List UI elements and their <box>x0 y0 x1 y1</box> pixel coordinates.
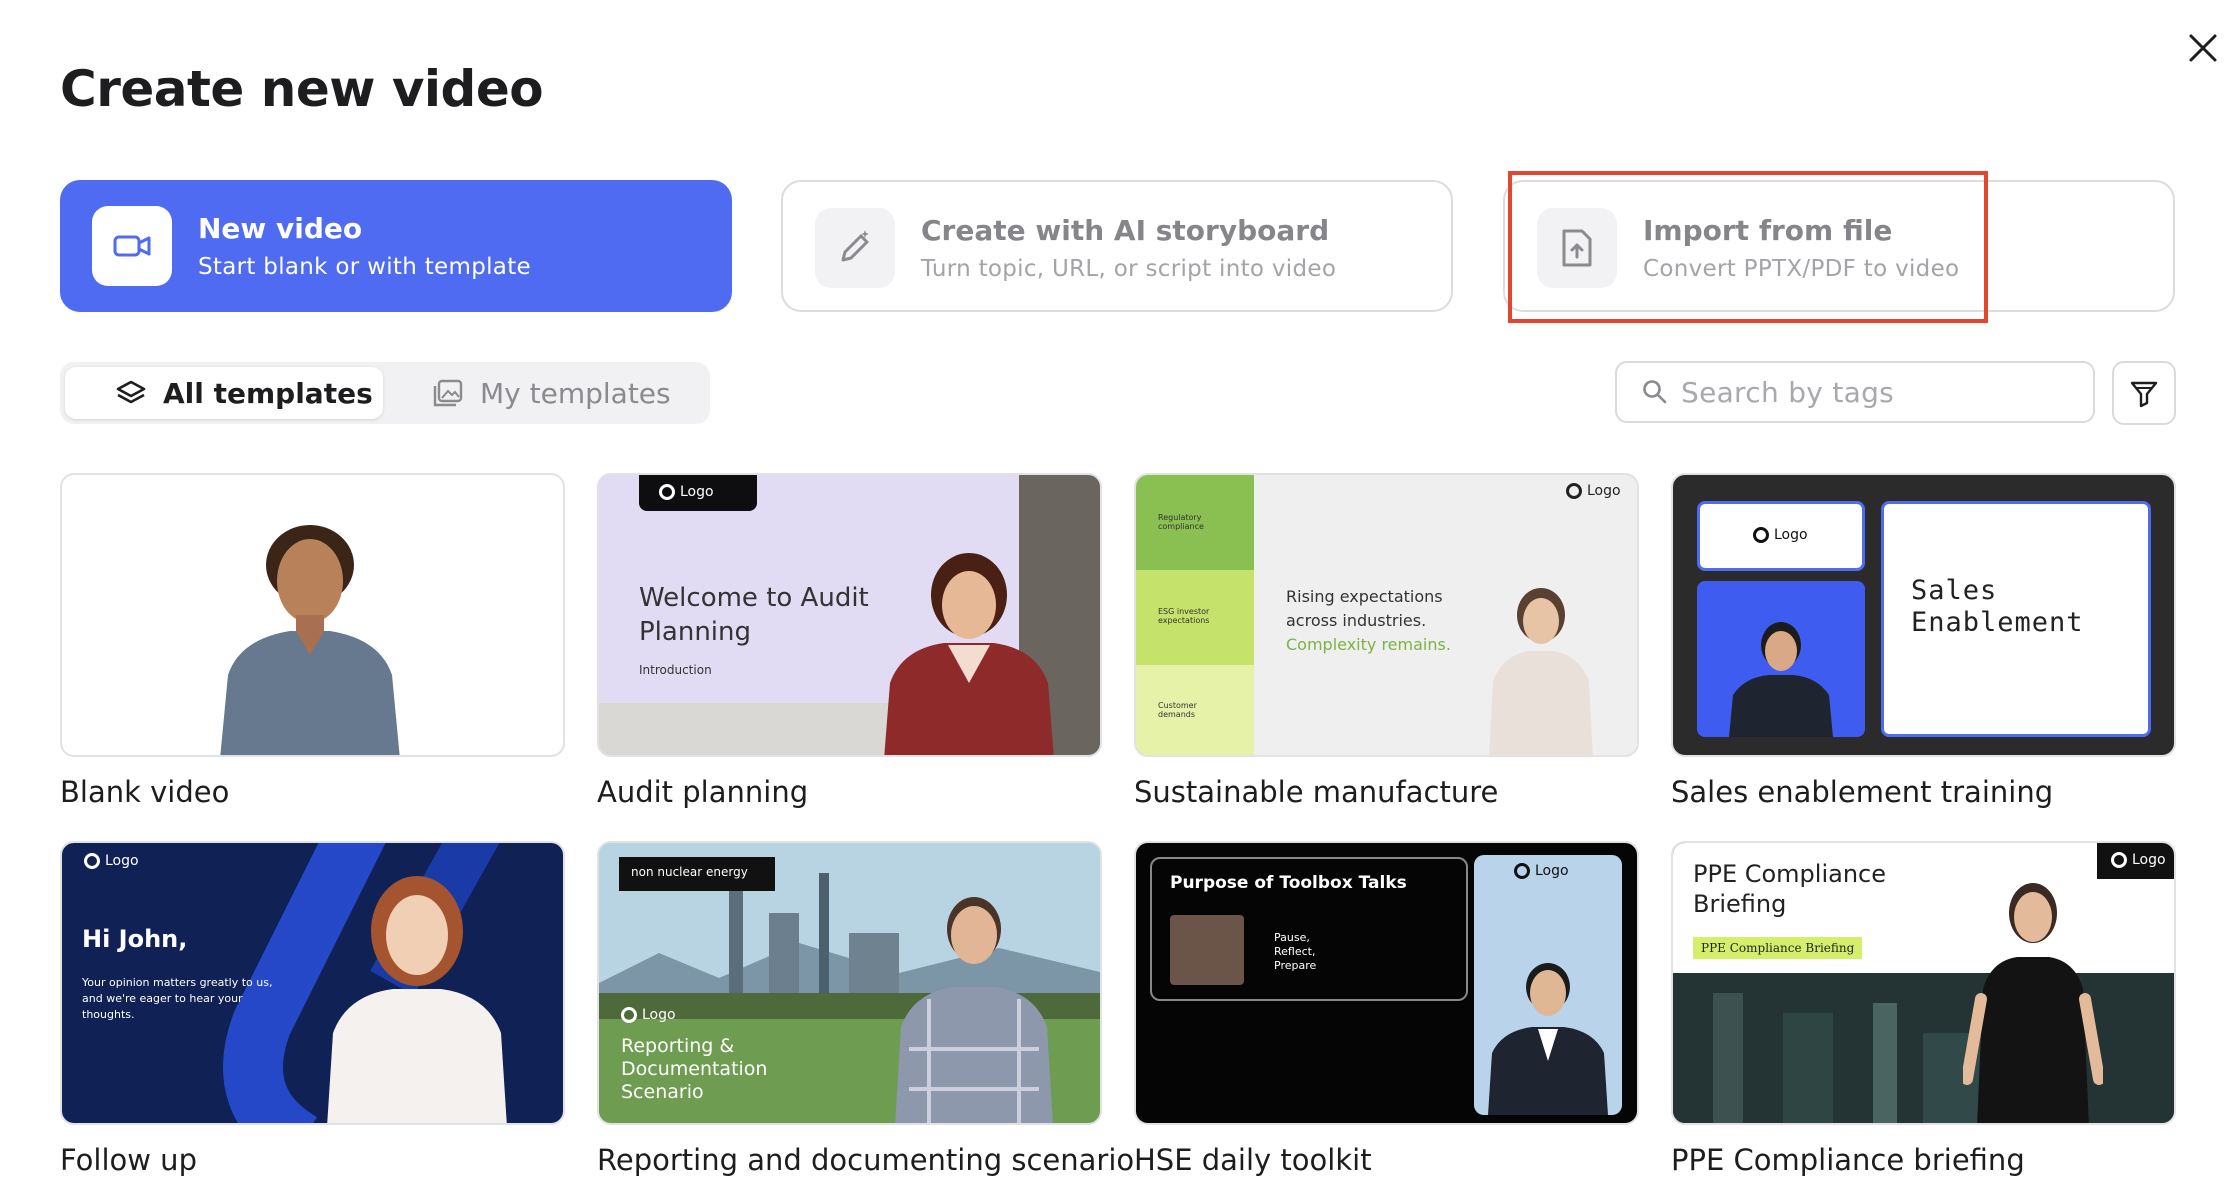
close-icon <box>2189 34 2217 62</box>
logo: Logo <box>2111 852 2166 868</box>
template-tabs: All templates My templates <box>60 362 710 424</box>
slide-body: Your opinion matters greatly to us, and … <box>82 976 273 1021</box>
slide-photo <box>1170 915 1244 985</box>
slide-tag: non nuclear energy <box>631 865 748 879</box>
slide-text: Rising expectations across industries. <box>1286 587 1443 630</box>
slide-heading: Hi John, <box>82 925 188 953</box>
presenter-image <box>220 525 400 755</box>
template-thumbnail <box>60 473 565 757</box>
template-label: Blank video <box>60 775 230 809</box>
filter-button[interactable] <box>2112 361 2176 425</box>
logo: Logo <box>659 484 714 500</box>
option-title: Create with AI storyboard <box>921 214 1330 247</box>
tab-my-templates[interactable]: My templates <box>432 367 671 419</box>
template-thumbnail: non nuclear energy Logo Reporting & Docu… <box>597 841 1102 1125</box>
tab-all-templates[interactable]: All templates <box>65 367 383 419</box>
logo: Logo <box>1753 527 1808 543</box>
template-card-audit-planning[interactable]: Logo Welcome to Audit Planning Introduct… <box>597 473 1102 809</box>
video-camera-icon <box>92 206 172 286</box>
presenter-image <box>884 553 1054 755</box>
template-card-sales-enablement-training[interactable]: Logo Sales Enablement Sales enablement t… <box>1671 473 2176 809</box>
logo: Logo <box>84 853 139 869</box>
template-card-ppe-compliance-briefing[interactable]: Logo PPE Compliance Briefing PPE Complia… <box>1671 841 2176 1177</box>
filter-icon <box>2130 381 2158 408</box>
presenter-image <box>1963 883 2103 1123</box>
template-card-blank-video[interactable]: Blank video <box>60 473 565 809</box>
option-subtitle: Turn topic, URL, or script into video <box>921 256 1337 282</box>
template-label: HSE daily toolkit <box>1134 1143 1372 1177</box>
option-subtitle: Start blank or with template <box>198 254 531 280</box>
presenter-image <box>895 897 1053 1123</box>
template-card-reporting-documenting[interactable]: non nuclear energy Logo Reporting & Docu… <box>597 841 1135 1177</box>
template-label: Audit planning <box>597 775 809 809</box>
template-label: PPE Compliance briefing <box>1671 1143 2025 1177</box>
layers-icon <box>115 379 147 407</box>
template-thumbnail: Logo Hi John, Your opinion matters great… <box>60 841 565 1125</box>
logo: Logo <box>1566 483 1621 499</box>
slide-heading: Welcome to Audit Planning <box>639 583 869 647</box>
template-thumbnail: Regulatory compliance ESG investor expec… <box>1134 473 1639 757</box>
slide-tag: PPE Compliance Briefing <box>1693 937 1863 959</box>
ai-storyboard-option[interactable]: Create with AI storyboard Turn topic, UR… <box>781 180 1453 312</box>
slide-subheading: Introduction <box>639 663 712 677</box>
template-thumbnail: Purpose of Toolbox Talks Pause, Reflect,… <box>1134 841 1639 1125</box>
presenter-image <box>1729 622 1833 737</box>
template-label: Sales enablement training <box>1671 775 2054 809</box>
presenter-image <box>327 876 507 1123</box>
image-gallery-icon <box>432 378 464 408</box>
slide-heading: Purpose of Toolbox Talks <box>1170 873 1407 893</box>
template-label: Sustainable manufacture <box>1134 775 1499 809</box>
presenter-image <box>1488 963 1608 1115</box>
logo: Logo <box>621 1007 676 1023</box>
search-input[interactable] <box>1679 374 2083 410</box>
option-title: New video <box>198 212 363 245</box>
slide-heading: Sales Enablement <box>1911 575 2084 638</box>
search-box <box>1615 361 2095 423</box>
template-thumbnail: Logo Welcome to Audit Planning Introduct… <box>597 473 1102 757</box>
highlight-annotation-box <box>1508 171 1988 323</box>
new-video-option[interactable]: New video Start blank or with template <box>60 180 732 312</box>
presenter-image <box>1489 588 1593 755</box>
template-card-hse-daily-toolkit[interactable]: Purpose of Toolbox Talks Pause, Reflect,… <box>1134 841 1639 1177</box>
template-label: Reporting and documenting scenario <box>597 1143 1135 1177</box>
slide-highlight: Complexity remains. <box>1286 635 1451 654</box>
template-label: Follow up <box>60 1143 197 1177</box>
slide-heading: PPE Compliance Briefing <box>1693 860 1887 918</box>
slide-heading: Reporting & Documentation Scenario <box>621 1035 768 1103</box>
sparkle-pen-icon <box>815 208 895 288</box>
side-label: Customer demands <box>1158 701 1197 719</box>
close-button[interactable] <box>2183 28 2223 68</box>
template-thumbnail: Logo Sales Enablement <box>1671 473 2176 757</box>
tab-label: My templates <box>480 376 671 410</box>
template-card-sustainable-manufacture[interactable]: Regulatory compliance ESG investor expec… <box>1134 473 1639 809</box>
search-icon <box>1641 378 1669 406</box>
side-label: Regulatory compliance <box>1158 513 1204 531</box>
logo: Logo <box>1514 863 1569 879</box>
template-thumbnail: Logo PPE Compliance Briefing PPE Complia… <box>1671 841 2176 1125</box>
tab-label: All templates <box>163 376 373 410</box>
side-label: ESG investor expectations <box>1158 607 1210 625</box>
slide-steps: Pause, Reflect, Prepare <box>1274 931 1317 972</box>
page-title: Create new video <box>60 60 544 118</box>
template-card-follow-up[interactable]: Logo Hi John, Your opinion matters great… <box>60 841 565 1177</box>
